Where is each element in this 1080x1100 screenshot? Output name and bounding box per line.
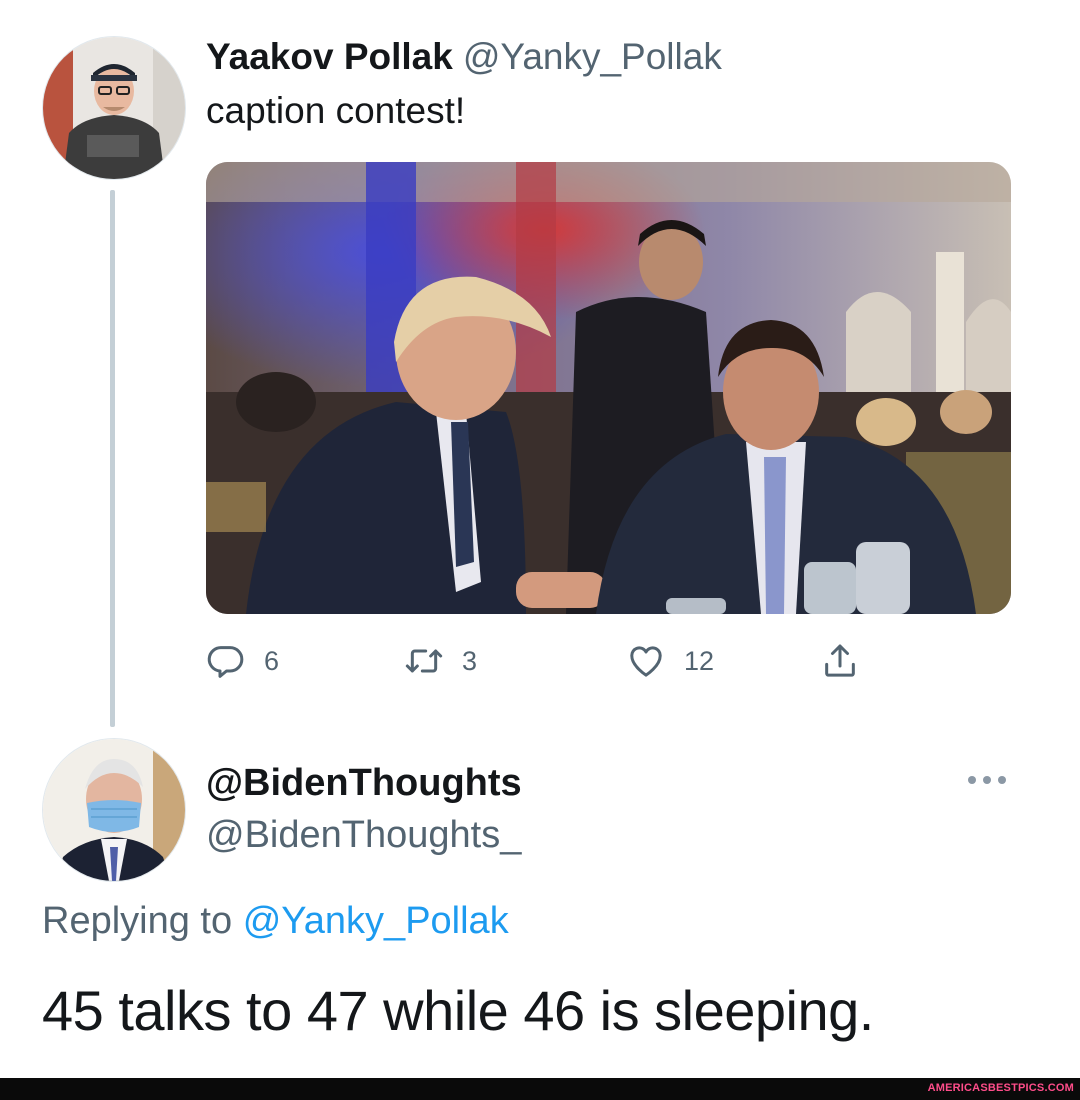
- retweet-count: 3: [462, 645, 478, 676]
- share-button[interactable]: [820, 640, 860, 682]
- reply-author-avatar[interactable]: [42, 738, 186, 882]
- author-avatar[interactable]: [42, 36, 186, 180]
- tweet-author[interactable]: Yaakov Pollak @Yanky_Pollak: [206, 36, 722, 78]
- reply-text: 45 talks to 47 while 46 is sleeping.: [42, 979, 874, 1042]
- retweet-icon: [405, 649, 443, 673]
- share-icon: [825, 644, 855, 677]
- tweet-photo[interactable]: [206, 162, 1011, 614]
- tweet-text: caption contest!: [206, 90, 466, 131]
- heart-icon: [630, 646, 662, 677]
- reply-button[interactable]: 6: [206, 640, 279, 682]
- replying-to: Replying to @Yanky_Pollak: [42, 900, 509, 943]
- retweet-button[interactable]: 3: [404, 640, 477, 682]
- thread-line: [110, 190, 115, 727]
- like-button[interactable]: 12: [626, 640, 714, 682]
- author-handle[interactable]: @Yanky_Pollak: [463, 36, 722, 77]
- watermark-bar: AMERICASBESTPICS.COM: [0, 1078, 1080, 1100]
- watermark-text: AMERICASBESTPICS.COM: [927, 1082, 1074, 1094]
- avatar-image: [43, 37, 185, 179]
- replying-mention[interactable]: @Yanky_Pollak: [243, 900, 509, 942]
- replying-prefix: Replying to: [42, 900, 233, 942]
- author-name[interactable]: Yaakov Pollak: [206, 36, 453, 77]
- like-count: 12: [684, 645, 715, 676]
- reply-icon: [207, 646, 244, 678]
- reply-author-name[interactable]: @BidenThoughts: [206, 762, 522, 805]
- photo-image: [206, 162, 1011, 614]
- reply-author-handle[interactable]: @BidenThoughts_: [206, 814, 521, 857]
- reply-count: 6: [264, 645, 280, 676]
- avatar-image: [43, 739, 185, 881]
- more-icon[interactable]: [964, 770, 1010, 790]
